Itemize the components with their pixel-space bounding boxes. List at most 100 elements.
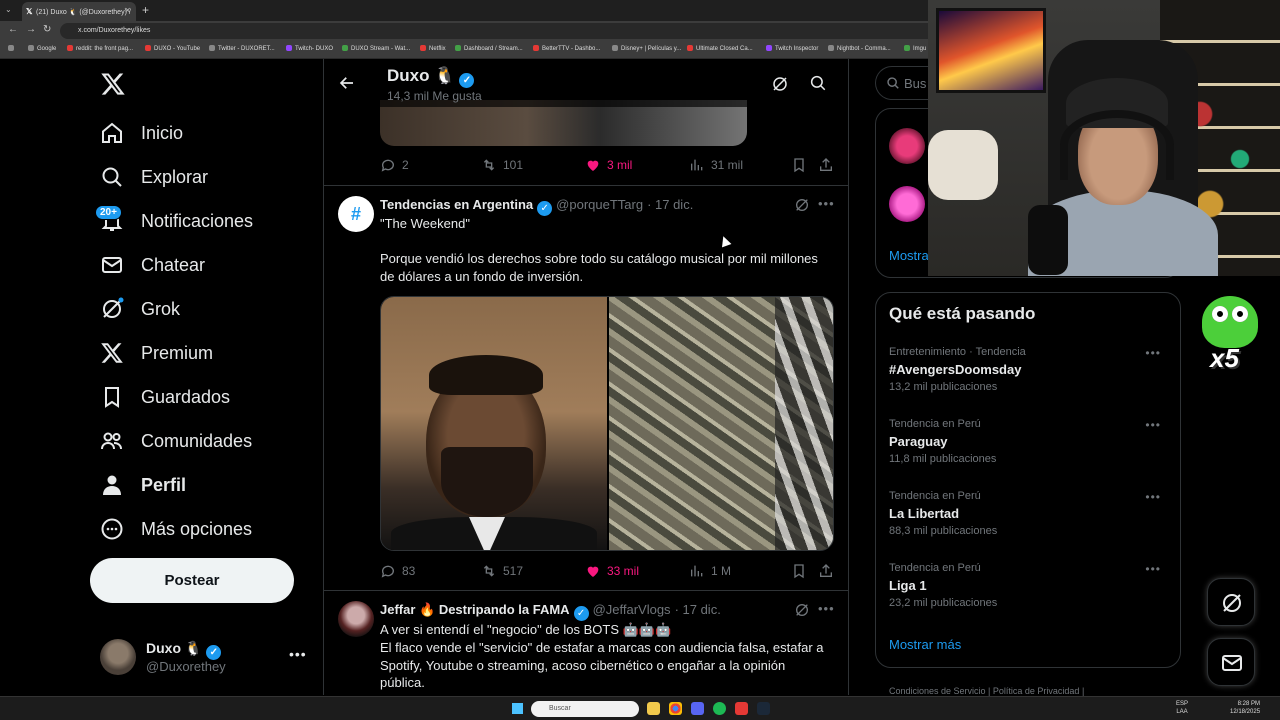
bookmark-link[interactable]: Ultimate Closed Ca... xyxy=(687,45,753,52)
obs-icon[interactable] xyxy=(735,702,748,715)
trend-more-icon[interactable]: ••• xyxy=(1145,490,1161,504)
back-icon[interactable]: ← xyxy=(8,24,18,35)
bookmark-link[interactable]: Twitter - DUXORET... xyxy=(209,45,275,52)
windows-start-icon[interactable] xyxy=(512,703,523,714)
mail-icon xyxy=(1222,655,1242,671)
grok-float-button[interactable] xyxy=(1207,578,1255,626)
nav-explore[interactable]: Explorar xyxy=(100,162,208,192)
reply-button[interactable]: 2 xyxy=(380,157,409,173)
trend-item[interactable]: Tendencia en Perú Liga 1 23,2 mil public… xyxy=(889,562,1169,609)
nav-more[interactable]: Más opciones xyxy=(100,514,252,544)
bookmark-link[interactable]: Dashboard / Stream... xyxy=(455,45,523,52)
like-button[interactable]: 33 mil xyxy=(585,563,639,579)
messages-float-button[interactable] xyxy=(1207,638,1255,686)
bookmark-link[interactable]: Netflix xyxy=(420,45,446,52)
trend-item[interactable]: Tendencia en Perú La Libertad 88,3 mil p… xyxy=(889,490,1169,537)
search-icon[interactable] xyxy=(809,74,827,92)
repost-button[interactable]: 101 xyxy=(481,157,523,173)
emote-frog-icon xyxy=(1202,296,1258,348)
bookmark-link[interactable]: DUXO - YouTube xyxy=(145,45,200,52)
taskbar-search[interactable]: Buscar xyxy=(531,701,639,717)
nav-notifications[interactable]: Notificaciones xyxy=(100,206,253,236)
bookmark-link[interactable]: BetterTTV - Dashbo... xyxy=(533,45,600,52)
footer-links[interactable]: Condiciones de Servicio | Política de Pr… xyxy=(889,686,1084,696)
browser-tab[interactable]: 𝕏 (21) Duxo 🐧 (@Duxorethey) / ✕ xyxy=(22,2,136,21)
bookmark-icon[interactable] xyxy=(791,563,807,579)
file-explorer-icon[interactable] xyxy=(647,702,660,715)
clock[interactable]: 8:28 PM 12/18/2025 xyxy=(1230,700,1260,716)
nav-communities[interactable]: Comunidades xyxy=(100,426,252,456)
search-icon xyxy=(102,167,122,187)
reload-icon[interactable]: ↻ xyxy=(43,24,51,35)
tweet-handle[interactable]: @JeffarVlogs xyxy=(593,602,671,617)
like-button[interactable]: 3 mil xyxy=(585,157,632,173)
views-button[interactable]: 31 mil xyxy=(689,157,743,173)
views-button[interactable]: 1 M xyxy=(689,563,731,579)
tweet-more-icon[interactable]: ••• xyxy=(818,196,835,211)
account-name[interactable]: Duxo 🐧 ✓ xyxy=(146,640,222,660)
tweet-author[interactable]: Jeffar 🔥 Destripando la FAMA xyxy=(380,602,570,617)
nav-label: Más opciones xyxy=(141,518,253,539)
tweet-more-icon[interactable]: ••• xyxy=(818,601,835,616)
trend-item[interactable]: Entretenimiento · Tendencia #AvengersDoo… xyxy=(889,346,1169,393)
apps-icon[interactable] xyxy=(8,45,17,52)
trend-more-icon[interactable]: ••• xyxy=(1145,562,1161,576)
account-more-icon[interactable]: ••• xyxy=(289,646,307,662)
heart-icon xyxy=(587,566,599,577)
grok-icon[interactable] xyxy=(794,197,810,213)
post-button[interactable]: Postear xyxy=(90,558,294,603)
nav-home[interactable]: Inicio xyxy=(100,118,183,148)
avatar[interactable] xyxy=(889,186,925,222)
discord-icon[interactable] xyxy=(691,702,704,715)
nav-profile[interactable]: Perfil xyxy=(100,470,186,500)
nav-chat[interactable]: Chatear xyxy=(100,250,205,280)
avatar[interactable]: # xyxy=(338,196,374,232)
nav-premium[interactable]: Premium xyxy=(100,338,213,368)
bookmark-link[interactable]: reddit: the front pag... xyxy=(67,45,133,52)
show-more-link[interactable]: Mostrar más xyxy=(889,637,961,652)
steam-icon[interactable] xyxy=(757,702,770,715)
bookmark-link[interactable]: Twitch Inspector xyxy=(766,45,818,52)
bookmark-link[interactable]: DUXO Stream - Wat... xyxy=(342,45,410,52)
tweet-date[interactable]: · 17 dic. xyxy=(675,602,721,617)
media-photo-portrait[interactable] xyxy=(381,297,607,550)
avatar[interactable] xyxy=(338,601,374,637)
trend-item[interactable]: Tendencia en Perú Paraguay 11,8 mil publ… xyxy=(889,418,1169,465)
tweet-date[interactable]: · 17 dic. xyxy=(647,197,693,212)
back-arrow-icon[interactable] xyxy=(338,74,356,92)
reply-button[interactable]: 83 xyxy=(380,563,415,579)
share-icon[interactable] xyxy=(818,157,834,173)
show-more-link[interactable]: Mostra xyxy=(889,248,929,263)
chrome-icon[interactable] xyxy=(669,702,682,715)
language-indicator[interactable]: ESP LAA xyxy=(1176,700,1188,716)
grok-icon[interactable] xyxy=(794,602,810,618)
grok-icon[interactable] xyxy=(771,75,789,93)
media-photo-money[interactable] xyxy=(609,297,833,550)
avatar[interactable] xyxy=(889,128,925,164)
close-icon[interactable]: ✕ xyxy=(124,6,131,15)
forward-icon[interactable]: → xyxy=(26,24,36,35)
url-input[interactable]: x.com/Duxorethey/likes xyxy=(60,23,940,39)
spotify-icon[interactable] xyxy=(713,702,726,715)
trend-more-icon[interactable]: ••• xyxy=(1145,346,1161,360)
trend-more-icon[interactable]: ••• xyxy=(1145,418,1161,432)
bookmark-icon[interactable] xyxy=(791,157,807,173)
bookmark-link[interactable]: Twitch- DUXO xyxy=(286,45,333,52)
nav-bookmarks[interactable]: Guardados xyxy=(100,382,230,412)
beard-shape xyxy=(441,447,533,517)
bookmark-link[interactable]: Nightbot - Comma... xyxy=(828,45,891,52)
tweet-author[interactable]: Tendencias en Argentina xyxy=(380,197,533,212)
x-logo-icon[interactable] xyxy=(100,70,126,98)
nav-label: Perfil xyxy=(141,474,187,495)
repost-button[interactable]: 517 xyxy=(481,563,523,579)
bookmark-link[interactable]: Imgu xyxy=(904,45,926,52)
tab-menu-icon[interactable]: ⌄ xyxy=(5,5,12,14)
tweet-media[interactable] xyxy=(380,296,834,551)
tweet-handle[interactable]: @porqueTTarg xyxy=(556,197,643,212)
new-tab-icon[interactable]: + xyxy=(142,3,149,17)
share-icon[interactable] xyxy=(818,563,834,579)
bookmark-link[interactable]: Disney+ | Películas y... xyxy=(612,45,681,52)
bookmark-link[interactable]: Google xyxy=(28,45,56,52)
nav-grok[interactable]: Grok xyxy=(100,294,180,324)
avatar[interactable] xyxy=(100,639,136,675)
